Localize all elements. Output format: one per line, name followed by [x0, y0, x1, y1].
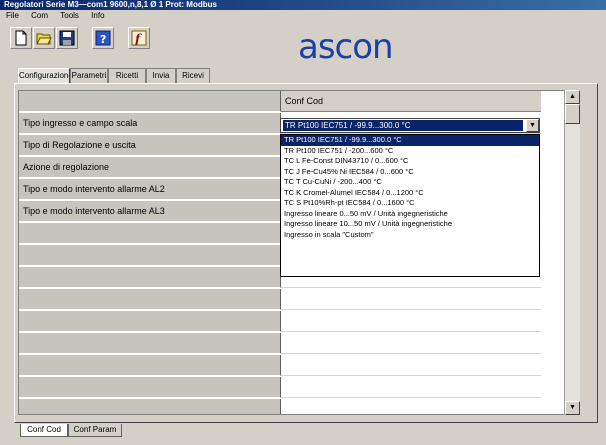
dropdown-option[interactable]: TC L Fe-Const DIN43710 / 0...600 °C	[281, 156, 539, 167]
function-button[interactable]: f	[128, 27, 150, 49]
row-value-cell[interactable]	[281, 311, 541, 332]
combobox-selected-value: TR Pt100 IEC751 / -99.9...300.0 °C	[283, 120, 523, 131]
row-label	[19, 289, 281, 310]
row-label	[19, 355, 281, 376]
dropdown-option[interactable]: Ingresso lineare 10...50 mV / Unità inge…	[281, 219, 539, 230]
row-label: Azione di regolazione	[19, 157, 281, 178]
save-button[interactable]	[56, 27, 78, 49]
row-label: Tipo e modo intervento allarme AL2	[19, 179, 281, 200]
tab-configurazione[interactable]: Configurazione	[18, 68, 70, 83]
help-button[interactable]: ?	[92, 27, 114, 49]
open-button[interactable]	[33, 27, 55, 49]
row-label	[19, 333, 281, 354]
window-title: Regolatori Serie M3—com1 9600,n,8,1 Ø 1 …	[4, 0, 217, 9]
row-value-cell[interactable]	[281, 399, 541, 414]
row-value-cell[interactable]: Conf Cod	[281, 91, 541, 112]
tab-invia[interactable]: Invia	[146, 68, 176, 83]
row-value-cell[interactable]	[281, 355, 541, 376]
tab-ricevi[interactable]: Ricevi	[176, 68, 210, 83]
vertical-scrollbar[interactable]: ▲ ▼	[564, 90, 580, 415]
ascon-logo: ascon	[296, 26, 406, 67]
menu-tools[interactable]: Tools	[60, 11, 79, 20]
svg-text:?: ?	[100, 33, 106, 46]
help-icon: ?	[95, 30, 111, 46]
menu-bar: File Com Tools Info	[0, 10, 606, 21]
row-label	[19, 91, 281, 112]
input-type-combobox[interactable]: TR Pt100 IEC751 / -99.9...300.0 °C ▼	[280, 118, 540, 133]
row-label: Tipo di Regolazione e uscita	[19, 135, 281, 156]
table-row[interactable]	[19, 377, 579, 399]
dropdown-option[interactable]: TR Pt100 IEC751 / -99.9...300.0 °C	[281, 135, 539, 146]
new-document-icon	[15, 30, 27, 46]
row-label: Tipo e modo intervento allarme AL3	[19, 201, 281, 222]
open-folder-icon	[36, 33, 52, 45]
scroll-down-button[interactable]: ▼	[565, 401, 580, 415]
menu-file[interactable]: File	[6, 11, 19, 20]
dropdown-option[interactable]: TC J Fe-Cu45% Ni IEC584 / 0...600 °C	[281, 167, 539, 178]
row-label	[19, 267, 281, 288]
table-row[interactable]	[19, 399, 579, 414]
row-label	[19, 399, 281, 414]
dropdown-option[interactable]: TC K Cromel-Alumel IEC584 / 0...1200 °C	[281, 188, 539, 199]
menu-com[interactable]: Com	[31, 11, 48, 20]
row-label	[19, 311, 281, 332]
row-label	[19, 223, 281, 244]
dropdown-option[interactable]: Ingresso lineare 0...50 mV / Unità ingeg…	[281, 209, 539, 220]
row-label: Tipo ingresso e campo scala	[19, 113, 281, 134]
table-row[interactable]	[19, 355, 579, 377]
menu-info[interactable]: Info	[91, 11, 104, 20]
input-type-dropdown-list: TR Pt100 IEC751 / -99.9...300.0 °C TR Pt1…	[280, 134, 540, 277]
row-label	[19, 377, 281, 398]
scroll-thumb[interactable]	[565, 104, 580, 124]
dropdown-option[interactable]: Ingresso in scala "Custom"	[281, 230, 539, 241]
new-document-button[interactable]	[10, 27, 32, 49]
window-title-bar[interactable]: Regolatori Serie M3—com1 9600,n,8,1 Ø 1 …	[0, 0, 606, 10]
table-row[interactable]	[19, 289, 579, 311]
table-row[interactable]	[19, 311, 579, 333]
scroll-up-button[interactable]: ▲	[565, 90, 580, 104]
tab-ricetti[interactable]: Ricetti	[108, 68, 146, 83]
sheet-conf-param[interactable]: Conf Param	[68, 424, 122, 437]
row-value-cell[interactable]	[281, 377, 541, 398]
row-value-cell[interactable]	[281, 333, 541, 354]
sheet-conf-cod[interactable]: Conf Cod	[20, 424, 68, 437]
dropdown-option[interactable]: TC S Pt10%Rh-pt IEC584 / 0...1600 °C	[281, 198, 539, 209]
dropdown-option[interactable]: TR Pt100 IEC751 / -200...600 °C	[281, 146, 539, 157]
row-label	[19, 245, 281, 266]
function-icon: f	[131, 30, 147, 46]
logo-text: ascon	[298, 27, 393, 66]
dropdown-option[interactable]: TC T Cu-CuNi / -200...400 °C	[281, 177, 539, 188]
table-row[interactable]	[19, 333, 579, 355]
chevron-down-icon[interactable]: ▼	[526, 119, 539, 132]
tab-parametri[interactable]: Parametri	[70, 68, 108, 83]
save-disk-icon	[59, 30, 75, 46]
row-value-cell[interactable]	[281, 289, 541, 310]
table-row[interactable]: Conf Cod	[19, 91, 579, 113]
